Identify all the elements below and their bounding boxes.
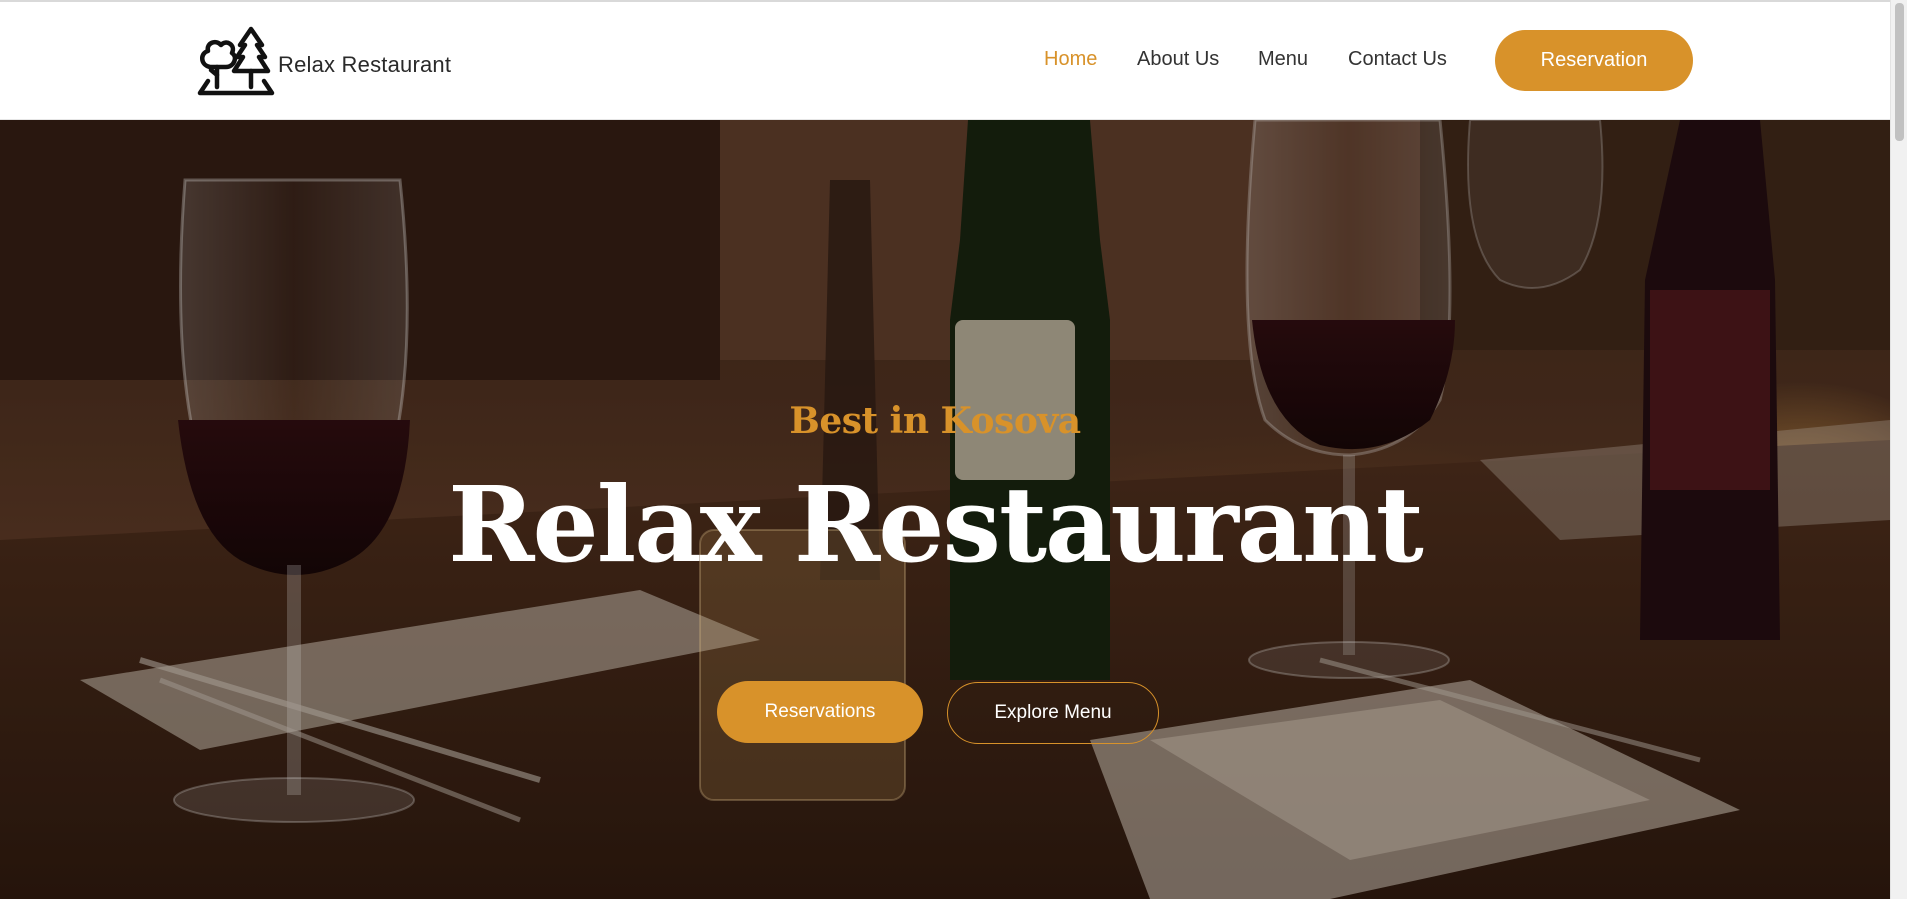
explore-menu-button[interactable]: Explore Menu bbox=[947, 682, 1159, 744]
brand-logo[interactable]: Relax Restaurant bbox=[196, 22, 451, 100]
page: Relax Restaurant Home About Us Menu Cont… bbox=[0, 0, 1907, 899]
reservations-button[interactable]: Reservations bbox=[717, 681, 923, 743]
hero-section: Best in Kosova Relax Restaurant Reservat… bbox=[0, 120, 1890, 899]
nav-item-home[interactable]: Home bbox=[1044, 48, 1097, 71]
nav-item-contact-us[interactable]: Contact Us bbox=[1348, 48, 1447, 71]
page-scrollbar[interactable] bbox=[1890, 0, 1907, 899]
nav-item-menu[interactable]: Menu bbox=[1258, 48, 1308, 71]
nav-item-about-us[interactable]: About Us bbox=[1137, 48, 1219, 71]
hero-title: Relax Restaurant bbox=[448, 463, 1424, 586]
trees-icon bbox=[197, 26, 275, 96]
brand-name: Relax Restaurant bbox=[278, 52, 452, 77]
reservation-button[interactable]: Reservation bbox=[1495, 30, 1693, 91]
scrollbar-thumb[interactable] bbox=[1895, 3, 1904, 141]
hero-eyebrow: Best in Kosova bbox=[789, 400, 1081, 442]
site-header: Relax Restaurant Home About Us Menu Cont… bbox=[0, 2, 1890, 120]
